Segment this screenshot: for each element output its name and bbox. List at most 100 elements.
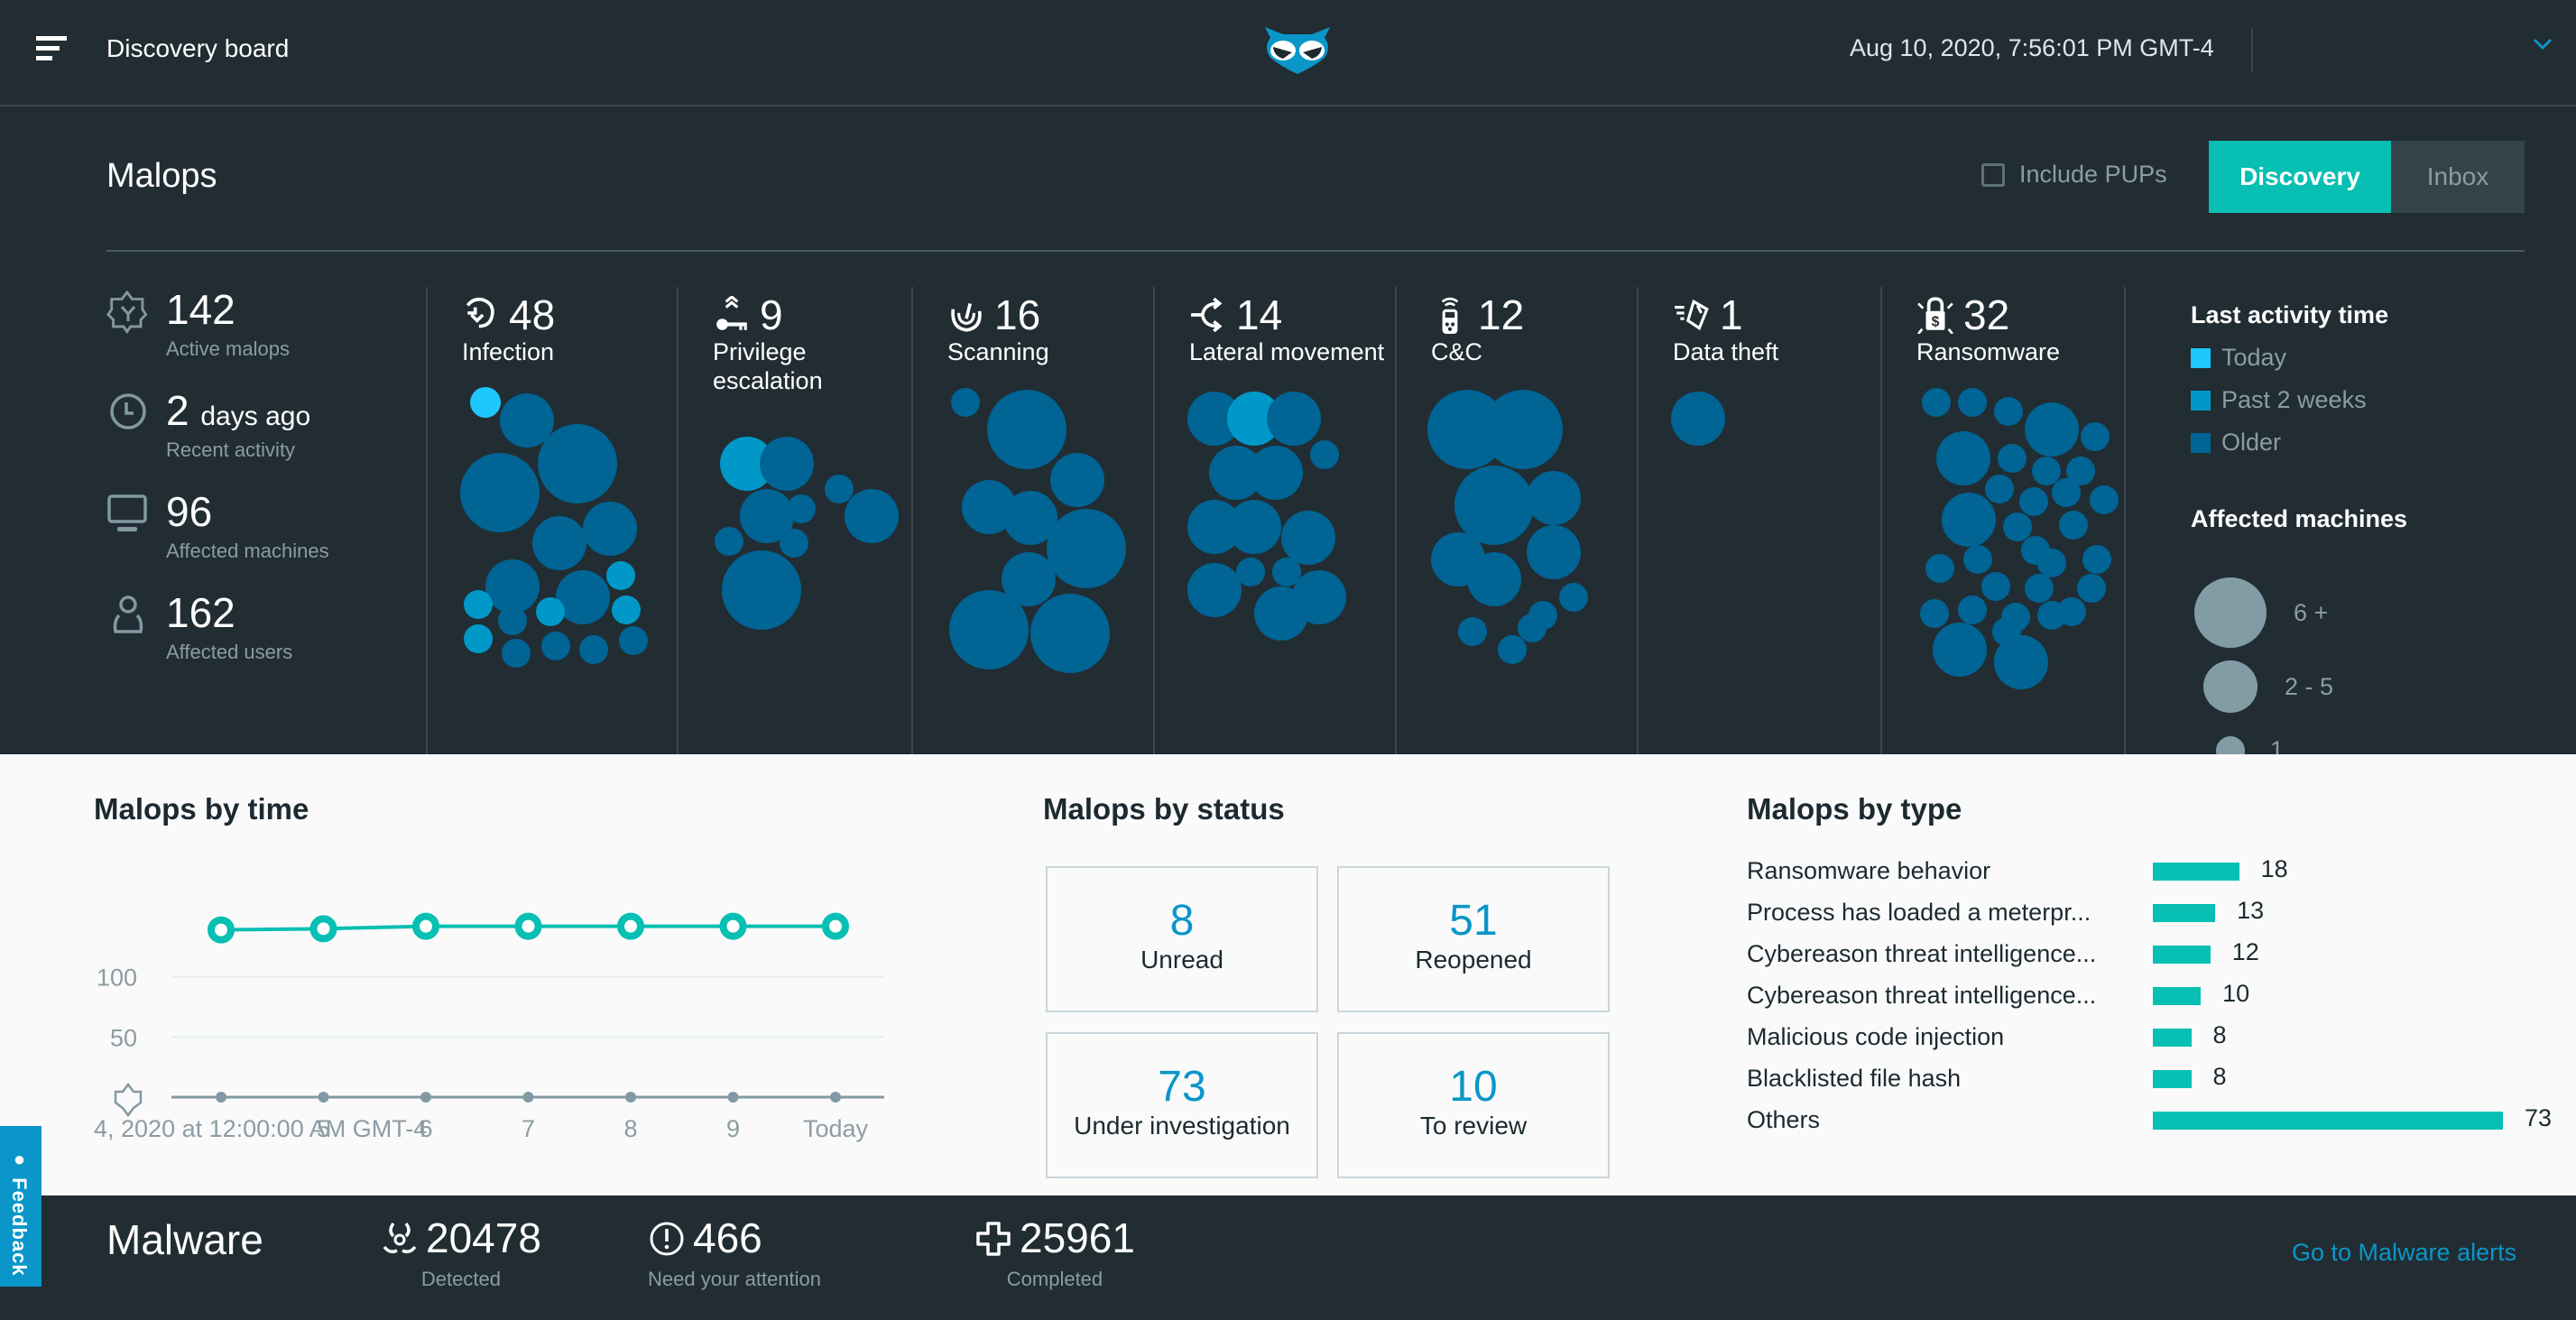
category-column-data-theft[interactable]: 1 Data theft: [1637, 287, 1882, 754]
malop-bubble[interactable]: [464, 590, 493, 619]
malop-bubble[interactable]: [2081, 422, 2110, 451]
malop-bubble[interactable]: [1958, 388, 1987, 417]
legend-older[interactable]: Older: [2191, 429, 2407, 457]
data-point[interactable]: [412, 912, 439, 940]
data-point[interactable]: [309, 915, 337, 943]
malop-bubble[interactable]: [845, 489, 899, 543]
data-point[interactable]: [514, 912, 542, 940]
malop-bubble[interactable]: [787, 494, 816, 523]
status-unread[interactable]: 8 Unread: [1046, 866, 1318, 1012]
type-row[interactable]: Cybereason threat intelligence... 10: [1747, 980, 2559, 1016]
category-column-privilege-escalation[interactable]: 9 Privilege escalation: [677, 287, 913, 754]
malop-bubble[interactable]: [1483, 390, 1563, 469]
chevron-down-icon[interactable]: [2531, 32, 2554, 56]
tab-discovery[interactable]: Discovery: [2209, 141, 2391, 213]
malop-bubble[interactable]: [949, 590, 1029, 669]
malop-bubble[interactable]: [583, 502, 637, 556]
malop-bubble[interactable]: [951, 388, 980, 417]
category-column-lateral-movement[interactable]: 14 Lateral movement: [1153, 287, 1397, 754]
checkbox-box[interactable]: [1981, 162, 2005, 187]
malop-bubble[interactable]: [538, 424, 617, 503]
malop-bubble[interactable]: [1958, 595, 1987, 624]
malop-bubble[interactable]: [1254, 586, 1308, 641]
malop-bubble[interactable]: [1030, 594, 1110, 673]
malop-bubble[interactable]: [715, 527, 743, 556]
malop-bubble[interactable]: [498, 606, 527, 635]
include-pups-checkbox[interactable]: Include PUPs: [1981, 161, 2167, 189]
malop-bubble[interactable]: [1249, 446, 1303, 500]
tab-inbox[interactable]: Inbox: [2391, 141, 2525, 213]
status-under-investigation[interactable]: 73 Under investigation: [1046, 1032, 1318, 1178]
malop-bubble[interactable]: [987, 390, 1066, 469]
malop-bubble[interactable]: [464, 624, 493, 653]
category-column-scanning[interactable]: 16 Scanning: [911, 287, 1155, 754]
malop-bubble[interactable]: [1933, 623, 1987, 677]
type-row[interactable]: Process has loaded a meterpr... 13: [1747, 897, 2559, 933]
malop-bubble[interactable]: [1498, 635, 1527, 664]
malop-bubble[interactable]: [1281, 511, 1335, 565]
type-row[interactable]: Ransomware behavior 18: [1747, 855, 2559, 891]
malop-bubble[interactable]: [1936, 431, 1990, 485]
malop-bubble[interactable]: [2090, 485, 2119, 514]
malop-bubble[interactable]: [1671, 392, 1725, 446]
malop-bubble[interactable]: [536, 597, 565, 626]
malop-bubble[interactable]: [1922, 388, 1951, 417]
malop-bubble[interactable]: [1047, 509, 1126, 588]
malop-bubble[interactable]: [1227, 500, 1281, 554]
malop-bubble[interactable]: [1458, 617, 1487, 646]
malop-bubble[interactable]: [1981, 572, 2010, 601]
malop-bubble[interactable]: [1994, 635, 2048, 689]
status-reopened[interactable]: 51 Reopened: [1337, 866, 1610, 1012]
malop-bubble[interactable]: [780, 529, 808, 558]
malop-bubble[interactable]: [2025, 402, 2079, 457]
category-column-c-c[interactable]: 12 C&C: [1395, 287, 1639, 754]
feedback-tab[interactable]: ● Feedback: [0, 1126, 42, 1287]
legend-past-2-weeks[interactable]: Past 2 weeks: [2191, 386, 2407, 414]
malop-bubble[interactable]: [612, 595, 641, 624]
data-point[interactable]: [208, 916, 235, 944]
malop-bubble[interactable]: [541, 632, 570, 660]
malware-completed[interactable]: 25961 Completed: [974, 1214, 1135, 1291]
malop-bubble[interactable]: [606, 561, 635, 590]
malop-bubble[interactable]: [2052, 478, 2081, 507]
malop-bubble[interactable]: [1518, 614, 1547, 642]
malop-bubble[interactable]: [760, 437, 814, 491]
malop-bubble[interactable]: [722, 550, 801, 630]
type-row[interactable]: Others 73: [1747, 1104, 2559, 1140]
malop-bubble[interactable]: [1050, 453, 1104, 507]
malop-bubble[interactable]: [2077, 574, 2106, 603]
malop-bubble[interactable]: [619, 626, 648, 655]
type-row[interactable]: Malicious code injection 8: [1747, 1021, 2559, 1057]
malop-bubble[interactable]: [2082, 545, 2111, 574]
category-column-infection[interactable]: 48 Infection: [426, 287, 679, 754]
malop-bubble[interactable]: [1267, 392, 1321, 446]
type-row[interactable]: Cybereason threat intelligence... 12: [1747, 938, 2559, 974]
malop-bubble[interactable]: [2019, 487, 2048, 516]
malware-need-attention[interactable]: 466 Need your attention: [648, 1214, 821, 1291]
data-point[interactable]: [617, 912, 644, 940]
malop-bubble[interactable]: [1925, 554, 1954, 583]
type-row[interactable]: Blacklisted file hash 8: [1747, 1063, 2559, 1099]
malware-detected[interactable]: 20478 Detected: [381, 1214, 541, 1291]
menu-icon[interactable]: [36, 36, 67, 63]
malop-bubble[interactable]: [2025, 574, 2054, 603]
malop-bubble[interactable]: [1310, 440, 1339, 469]
malop-bubble[interactable]: [1236, 558, 1265, 586]
category-column-ransomware[interactable]: $32 Ransomware: [1880, 287, 2126, 754]
status-to-review[interactable]: 10 To review: [1337, 1032, 1610, 1178]
malop-bubble[interactable]: [1467, 552, 1521, 606]
malop-bubble[interactable]: [1963, 545, 1992, 574]
malop-bubble[interactable]: [1942, 493, 1996, 547]
malop-bubble[interactable]: [1527, 471, 1581, 525]
malop-bubble[interactable]: [1998, 444, 2027, 473]
malop-bubble[interactable]: [1559, 583, 1588, 612]
malop-bubble[interactable]: [470, 387, 501, 418]
malop-bubble[interactable]: [1527, 525, 1581, 579]
owl-logo-icon[interactable]: [1261, 25, 1334, 76]
malop-bubble[interactable]: [1187, 563, 1242, 617]
malop-bubble[interactable]: [1920, 599, 1949, 628]
malop-bubble[interactable]: [1985, 475, 2014, 503]
malop-bubble[interactable]: [2057, 597, 2086, 626]
malop-bubble[interactable]: [460, 453, 540, 532]
malop-bubble[interactable]: [485, 559, 540, 614]
